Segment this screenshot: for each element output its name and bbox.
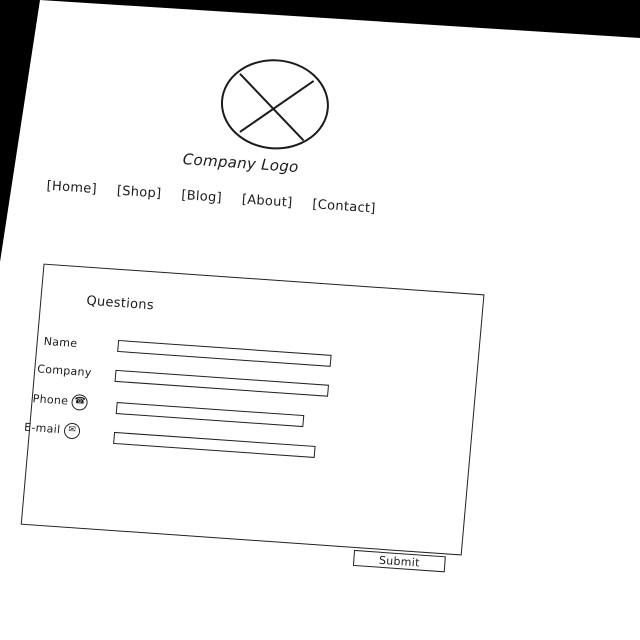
questions-form: Questions Name Company Phone ☎ E-mail ✉ — [20, 263, 485, 556]
name-label: Name — [43, 334, 78, 351]
main-nav: [Home] [Shop] [Blog] [About] [Contact] — [46, 179, 376, 217]
email-label-group: E-mail ✉ — [23, 420, 81, 440]
wireframe-sketch: Company Logo [Home] [Shop] [Blog] [About… — [0, 0, 640, 640]
nav-item-blog[interactable]: [Blog] — [181, 188, 223, 206]
nav-item-home[interactable]: [Home] — [46, 179, 97, 197]
sketch-paper: Company Logo [Home] [Shop] [Blog] [About… — [0, 0, 640, 640]
photo-frame: Company Logo [Home] [Shop] [Blog] [About… — [0, 0, 640, 640]
phone-icon: ☎ — [71, 393, 89, 411]
phone-label-group: Phone ☎ — [32, 391, 89, 411]
company-input[interactable] — [114, 369, 330, 397]
image-placeholder-icon — [220, 59, 329, 150]
nav-item-shop[interactable]: [Shop] — [116, 184, 162, 202]
mail-icon: ✉ — [63, 422, 81, 440]
nav-item-about[interactable]: [About] — [241, 192, 293, 210]
company-label: Company — [36, 362, 93, 380]
email-input[interactable] — [113, 431, 316, 458]
email-label: E-mail — [23, 420, 61, 437]
nav-item-contact[interactable]: [Contact] — [312, 197, 376, 216]
phone-label: Phone — [32, 392, 69, 408]
name-input[interactable] — [117, 339, 332, 367]
form-title: Questions — [85, 293, 155, 314]
logo-caption: Company Logo — [182, 150, 300, 177]
phone-input[interactable] — [115, 402, 305, 428]
